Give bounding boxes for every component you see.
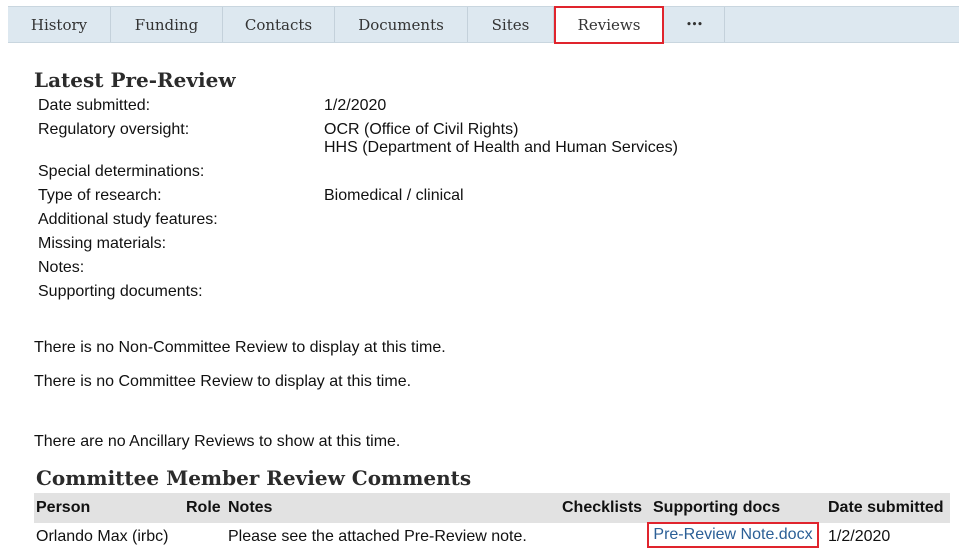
field-label-notes: Notes:	[38, 259, 85, 276]
cell-date-submitted: 1/2/2020	[828, 528, 891, 545]
more-icon: •••	[685, 18, 703, 31]
column-header-supporting-docs: Supporting docs	[653, 499, 781, 516]
field-label-supporting-documents: Supporting documents:	[38, 283, 203, 300]
tab-label: Sites	[491, 15, 530, 34]
column-header-date-submitted: Date submitted	[828, 499, 944, 516]
tab-documents[interactable]: Documents	[335, 7, 468, 42]
column-header-notes: Notes	[228, 499, 273, 516]
tab-funding[interactable]: Funding	[111, 7, 223, 42]
tab-contacts[interactable]: Contacts	[223, 7, 335, 42]
tab-label: Contacts	[244, 15, 313, 34]
ancillary-reviews-message: There are no Ancillary Reviews to show a…	[34, 433, 401, 450]
field-label-missing-materials: Missing materials:	[38, 235, 167, 252]
tab-label: Reviews	[577, 16, 641, 34]
field-value-regulatory-oversight-1: OCR (Office of Civil Rights)	[324, 121, 519, 138]
field-label-special-determinations: Special determinations:	[38, 163, 205, 180]
tab-more[interactable]: •••	[664, 7, 725, 42]
tab-bar: History Funding Contacts Documents Sites…	[8, 6, 959, 44]
field-label-type-of-research: Type of research:	[38, 187, 162, 204]
field-value-type-of-research: Biomedical / clinical	[324, 187, 464, 204]
cell-person: Orlando Max (irbc)	[36, 528, 169, 545]
field-label-date-submitted: Date submitted:	[38, 97, 151, 114]
tab-history[interactable]: History	[8, 7, 111, 42]
field-value-regulatory-oversight-2: HHS (Department of Health and Human Serv…	[324, 139, 678, 156]
page: History Funding Contacts Documents Sites…	[0, 0, 959, 550]
committee-review-message: There is no Committee Review to display …	[34, 373, 412, 390]
column-header-role: Role	[186, 499, 221, 516]
tab-sites[interactable]: Sites	[468, 7, 554, 42]
column-header-person: Person	[36, 499, 91, 516]
column-header-checklists: Checklists	[562, 499, 643, 516]
field-label-additional-study-features: Additional study features:	[38, 211, 218, 228]
tab-label: History	[30, 15, 88, 34]
supporting-doc-link[interactable]: Pre-Review Note.docx	[647, 522, 819, 548]
tab-label: Funding	[134, 15, 199, 34]
tab-label: Documents	[358, 15, 444, 34]
field-value-date-submitted: 1/2/2020	[324, 97, 387, 114]
non-committee-review-message: There is no Non-Committee Review to disp…	[34, 339, 446, 356]
pre-review-title: Latest Pre-Review	[34, 68, 236, 92]
tab-reviews[interactable]: Reviews	[554, 6, 664, 44]
cell-notes: Please see the attached Pre-Review note.	[228, 528, 527, 545]
comments-table-header: Person Role Notes Checklists Supporting …	[34, 493, 950, 523]
field-label-regulatory-oversight: Regulatory oversight:	[38, 121, 190, 138]
comments-title: Committee Member Review Comments	[36, 466, 472, 490]
